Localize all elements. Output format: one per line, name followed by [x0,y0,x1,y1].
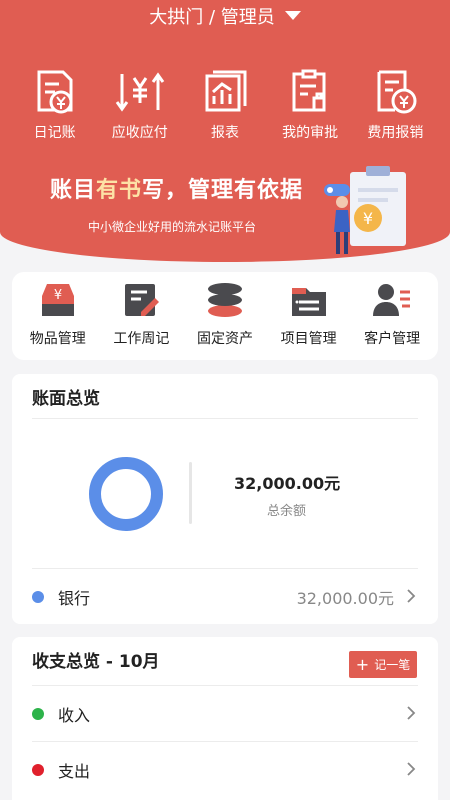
banner-slogan: 账目有书写，管理有依据 [50,178,304,203]
module-label: 项目管理 [280,331,337,347]
income-expense-card: 收支总览 - 10月 + 记一笔 收入 支出 [12,637,438,800]
module-inventory[interactable]: ¥ 物品管理 [18,280,98,360]
module-grid: ¥ 物品管理 工作周记 固定资产 项目管理 客户管理 [12,272,438,360]
income-color-dot [32,708,44,720]
divider [32,418,418,419]
income-expense-title: 收支总览 - 10月 [32,652,160,672]
add-record-button[interactable]: + 记一笔 [349,651,417,678]
module-project[interactable]: 项目管理 [269,280,349,360]
banner-subtitle: 中小微企业好用的流水记账平台 [88,220,257,234]
approval-icon [292,69,326,112]
income-row[interactable]: 收入 [12,687,438,741]
income-label: 收入 [58,706,91,725]
chevron-right-icon [407,762,416,776]
balance-donut-chart [89,457,163,531]
fixed-asset-icon [207,283,242,317]
module-label: 物品管理 [29,331,86,347]
quick-action-label: 我的审批 [282,125,339,141]
account-color-dot [32,591,44,603]
expense-row[interactable]: 支出 [12,743,438,797]
balance-overview-card: 账面总览 32,000.00元 总余额 银行 32,000.00元 [12,374,438,624]
account-row-bank[interactable]: 银行 32,000.00元 [12,570,438,624]
org-switcher[interactable]: 大拱门 / 管理员 [0,6,450,30]
svg-text:¥: ¥ [363,209,373,228]
expense-color-dot [32,764,44,776]
account-value: 32,000.00元 [296,589,394,608]
quick-action-journal[interactable]: 日记账 [14,66,96,142]
receivable-payable-icon [115,72,165,112]
module-label: 工作周记 [113,331,170,347]
module-label: 固定资产 [196,331,253,347]
project-folder-icon [291,288,326,316]
total-balance-amount: 32,000.00元 [234,474,341,493]
quick-action-label: 费用报销 [367,125,424,141]
module-weekly-note[interactable]: 工作周记 [101,280,181,360]
slogan-highlight: 有书 [96,178,143,203]
quick-action-approval[interactable]: 我的审批 [269,66,351,142]
chevron-right-icon [407,589,416,603]
report-icon [205,70,247,112]
divider [32,568,418,569]
inventory-icon: ¥ [41,284,74,316]
expense-label: 支出 [58,762,91,781]
divider [32,685,418,686]
account-label: 银行 [58,589,91,608]
quick-actions: 日记账 应收应付 报表 我的审批 费用报销 [0,66,450,142]
expense-reimburse-icon [377,70,417,114]
chevron-right-icon [407,706,416,720]
module-customer[interactable]: 客户管理 [352,280,432,360]
quick-action-label: 日记账 [33,125,76,141]
separator-bar [189,462,192,524]
divider [32,741,418,742]
customer-icon [373,284,411,316]
banner-illustration-icon: ¥ [324,166,406,254]
journal-icon [37,70,73,114]
org-title: 大拱门 / 管理员 [149,7,275,28]
quick-action-label: 应收应付 [111,125,168,141]
module-fixed-asset[interactable]: 固定资产 [185,280,265,360]
quick-action-report[interactable]: 报表 [184,66,266,142]
svg-text:¥: ¥ [54,288,62,303]
module-label: 客户管理 [364,331,421,347]
quick-action-receivable-payable[interactable]: 应收应付 [99,66,181,142]
plus-icon: + [355,654,370,674]
total-balance-label: 总余额 [267,504,307,519]
quick-action-label: 报表 [210,125,239,141]
add-record-label: 记一笔 [374,658,411,672]
quick-action-expense[interactable]: 费用报销 [354,66,436,142]
balance-title: 账面总览 [32,389,100,409]
weekly-note-icon [125,284,160,316]
header-banner: 大拱门 / 管理员 日记账 应收应付 报表 我的审批 费用报销 账目有书写，管理… [0,0,450,262]
caret-down-icon [284,11,301,20]
